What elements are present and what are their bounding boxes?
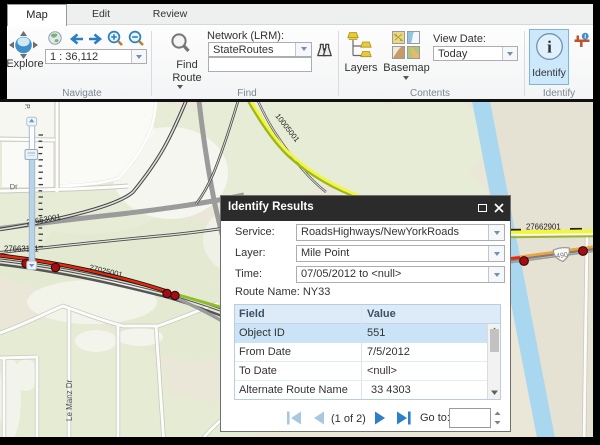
svg-text:Le Manz Dr: Le Manz Dr xyxy=(65,379,74,421)
svg-text:27662901: 27662901 xyxy=(526,223,561,232)
svg-text:i: i xyxy=(547,38,552,57)
svg-text:(1 of 2): (1 of 2) xyxy=(331,413,366,425)
